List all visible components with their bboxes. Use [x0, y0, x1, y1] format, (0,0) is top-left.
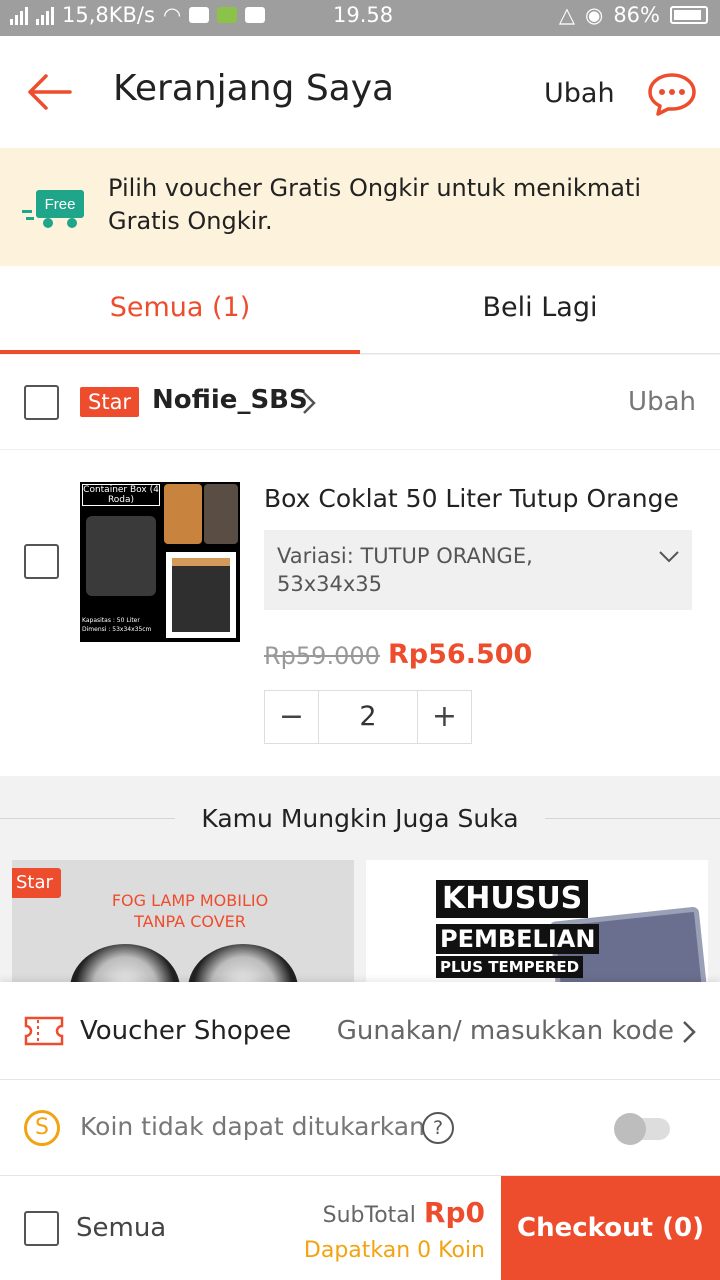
coins-earn-text: Dapatkan 0 Koin	[303, 1238, 485, 1263]
signal-icon	[10, 5, 28, 25]
chevron-down-icon	[659, 551, 679, 563]
network-speed: 15,8KB/s	[62, 3, 155, 27]
battery-icon	[670, 6, 708, 24]
eye-icon: ◉	[584, 3, 604, 27]
star-badge: Star	[80, 387, 140, 417]
fog-lamp-image	[70, 944, 180, 982]
youtube-icon	[189, 7, 210, 23]
quantity-value[interactable]: 2	[319, 691, 417, 743]
discount-price: Rp56.500	[388, 639, 533, 670]
fog-lamp-image	[188, 944, 298, 982]
recommendations-header: Kamu Mungkin Juga Suka	[0, 776, 720, 860]
product-image-case	[86, 516, 156, 596]
recommendation-card[interactable]: KHUSUS PEMBELIAN PLUS TEMPERED	[366, 860, 708, 982]
divider	[545, 818, 720, 819]
star-badge: Star	[12, 868, 61, 898]
signal-icon-2	[36, 5, 54, 25]
cart-tabs: Semua (1) Beli Lagi	[0, 266, 720, 354]
quantity-increase-button[interactable]: +	[417, 691, 471, 743]
product-image[interactable]: Container Box (4 Roda) Kapasitas : 50 Li…	[80, 482, 240, 642]
coins-label: Koin tidak dapat ditukarkan	[80, 1112, 425, 1141]
subtotal: SubTotal Rp0	[323, 1196, 485, 1229]
checkout-bar: Semua SubTotal Rp0 Dapatkan 0 Koin Check…	[0, 1176, 720, 1280]
shop-checkbox[interactable]	[24, 385, 59, 420]
card-image-text: PLUS TEMPERED	[436, 956, 584, 978]
checkout-button[interactable]: Checkout (0)	[501, 1176, 720, 1280]
select-all-label[interactable]: Semua	[76, 1213, 166, 1243]
free-shipping-truck-icon: Free	[22, 190, 84, 228]
card-image-text: PEMBELIAN	[436, 924, 600, 954]
coins-row: S Koin tidak dapat ditukarkan ?	[0, 1080, 720, 1176]
facebook-icon	[245, 7, 266, 23]
quantity-decrease-button[interactable]: −	[265, 691, 319, 743]
variant-text: Variasi: TUTUP ORANGE, 53x34x35	[277, 544, 533, 596]
coins-toggle[interactable]	[614, 1113, 670, 1145]
variant-selector[interactable]: Variasi: TUTUP ORANGE, 53x34x35	[264, 530, 692, 610]
product-image-title: Container Box (4 Roda)	[82, 484, 160, 506]
recommendation-card[interactable]: Star FOG LAMP MOBILIO TANPA COVER	[12, 860, 354, 982]
product-image-spec: Kapasitas : 50 Liter Dimensi : 53x34x35c…	[82, 617, 152, 633]
product-name[interactable]: Box Coklat 50 Liter Tutup Orange	[264, 484, 694, 513]
original-price: Rp59.000	[264, 642, 380, 670]
back-arrow-icon[interactable]	[26, 74, 72, 110]
card-image-text: FOG LAMP MOBILIO TANPA COVER	[111, 891, 269, 931]
free-shipping-banner[interactable]: Free Pilih voucher Gratis Ongkir untuk m…	[0, 148, 720, 266]
subtotal-label: SubTotal	[322, 1203, 416, 1228]
edit-button[interactable]: Ubah	[544, 78, 615, 109]
shopee-coin-icon: S	[24, 1110, 60, 1146]
shop-edit-button[interactable]: Ubah	[628, 387, 696, 417]
truck-label: Free	[45, 196, 76, 213]
item-checkbox[interactable]	[24, 544, 59, 579]
shop-header: Star Nofiie_SBS Ubah	[0, 355, 720, 450]
battery-percent: 86%	[613, 3, 660, 27]
chevron-right-icon	[683, 1021, 696, 1043]
card-image-text: KHUSUS	[436, 880, 589, 918]
product-image-case	[164, 484, 202, 544]
subtotal-value: Rp0	[423, 1196, 485, 1229]
android-icon	[217, 7, 238, 23]
help-icon[interactable]: ?	[422, 1112, 454, 1144]
wifi-icon: ◠	[162, 3, 182, 27]
mute-icon: △	[558, 3, 575, 27]
status-left: 15,8KB/s ◠	[10, 3, 266, 27]
tab-all[interactable]: Semua (1)	[0, 266, 360, 354]
status-right: △ ◉ 86%	[559, 3, 708, 27]
select-all-checkbox[interactable]	[24, 1211, 59, 1246]
chat-icon[interactable]	[646, 71, 698, 117]
product-image-case	[166, 552, 236, 638]
voucher-ticket-icon	[24, 1016, 64, 1046]
banner-text: Pilih voucher Gratis Ongkir untuk menikm…	[108, 174, 641, 235]
voucher-row[interactable]: Voucher Shopee Gunakan/ masukkan kode	[0, 982, 720, 1080]
tab-buy-again[interactable]: Beli Lagi	[360, 266, 720, 354]
cart-item: Container Box (4 Roda) Kapasitas : 50 Li…	[0, 450, 720, 776]
app-header: Keranjang Saya Ubah	[0, 36, 720, 148]
voucher-code-input[interactable]: Gunakan/ masukkan kode	[337, 1016, 674, 1046]
status-time: 19.58	[333, 3, 394, 27]
voucher-label: Voucher Shopee	[80, 1016, 292, 1046]
quantity-stepper: − 2 +	[264, 690, 472, 744]
page-title: Keranjang Saya	[113, 68, 395, 109]
status-bar: 15,8KB/s ◠ 19.58 △ ◉ 86%	[0, 0, 720, 36]
shop-name[interactable]: Nofiie_SBS	[152, 385, 308, 415]
product-image-case	[204, 484, 238, 544]
chevron-right-icon[interactable]	[300, 390, 318, 416]
